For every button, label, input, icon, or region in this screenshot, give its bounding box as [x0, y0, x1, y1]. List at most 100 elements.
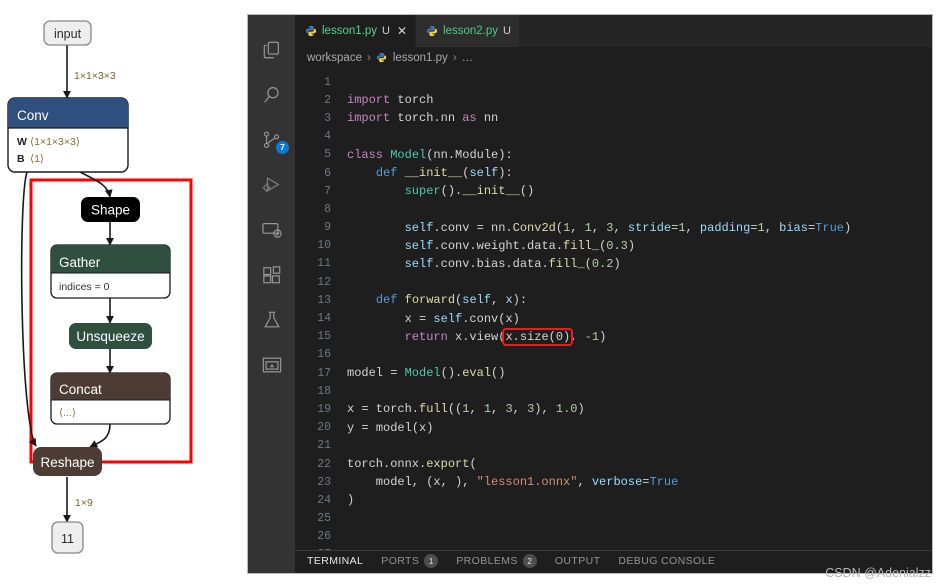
activity-item-testing[interactable]	[248, 297, 295, 342]
line-number: 26	[317, 530, 331, 544]
code-token: ,	[570, 329, 585, 344]
activity-item-extensions[interactable]	[248, 252, 295, 297]
code-token: ,	[577, 475, 592, 490]
code-token: Model	[404, 366, 441, 381]
panel-tab-label: TERMINAL	[307, 555, 364, 567]
breadcrumb-root[interactable]: workspace	[307, 52, 362, 64]
graph-node-conv[interactable]: Conv W ⟨1×1×3×3⟩ B ⟨1⟩	[7, 97, 129, 173]
code-token: stride	[627, 220, 672, 235]
activity-item-preview-panel[interactable]	[248, 342, 295, 387]
code-token: import	[347, 111, 391, 126]
extensions-icon	[262, 265, 282, 285]
panel-tab-label: OUTPUT	[554, 555, 601, 567]
code-token: Conv2d	[512, 220, 556, 235]
graph-node-conv-title: Conv	[17, 108, 49, 123]
line-number: 22	[317, 457, 331, 471]
activity-item-explorer[interactable]	[248, 27, 295, 72]
code-line: 12	[295, 273, 932, 291]
code-text: return x.view(x.size(0), -1)	[347, 327, 606, 346]
line-number: 5	[324, 148, 331, 162]
code-token: ()	[519, 184, 535, 199]
graph-node-conv-attr-b-key: B	[17, 153, 25, 165]
line-number: 4	[324, 130, 331, 144]
graph-node-conv-attr-b-val: ⟨1⟩	[30, 153, 44, 165]
panel-tab-debug-console[interactable]: DEBUG CONSOLE	[618, 555, 715, 569]
code-text: def __init__(self):	[347, 166, 513, 180]
line-number: 14	[317, 312, 331, 326]
code-token: .conv.bias.data.	[433, 256, 549, 271]
panel-tab-ports[interactable]: PORTS 1	[381, 554, 439, 570]
code-text: )	[347, 493, 354, 507]
code-token: )	[613, 256, 621, 271]
code-token: 1	[483, 402, 492, 417]
tab-lesson1-py[interactable]: lesson1.py U ✕	[295, 15, 416, 47]
graph-node-gather[interactable]: Gather indices = 0	[50, 244, 171, 299]
explorer-icon	[262, 40, 282, 60]
code-token: 1	[757, 220, 765, 235]
graph-node-shape-label: Shape	[91, 203, 130, 218]
code-line: 24)	[295, 491, 932, 509]
graph-node-reshape[interactable]: Reshape	[33, 447, 102, 476]
panel-tab-problems[interactable]: PROBLEMS 2	[456, 554, 537, 570]
graph-node-concat-title: Concat	[59, 382, 102, 397]
code-text: import torch.nn as nn	[347, 111, 498, 125]
code-token: __init__	[404, 166, 463, 181]
panel-tab-output[interactable]: OUTPUT	[555, 555, 601, 569]
code-token: x =	[347, 311, 434, 326]
testing-flask-icon	[262, 310, 282, 330]
search-icon	[262, 85, 282, 105]
activity-item-source-control[interactable]: 7	[248, 117, 295, 162]
panel-tab-badge: 2	[522, 554, 537, 568]
edge-conv-to-reshape	[20, 171, 37, 447]
code-text: self.conv.weight.data.fill_(0.3)	[347, 239, 635, 253]
graph-node-concat[interactable]: Concat ⟨...⟩	[50, 372, 171, 425]
code-token: forward	[404, 293, 456, 308]
code-token: super	[404, 184, 441, 199]
code-text: x = torch.full((1, 1, 3, 3), 1.0)	[347, 402, 585, 416]
onnx-graph-panel: input 1×1×3×3 Conv W ⟨1×1×3×3⟩ B ⟨1⟩ Sha…	[0, 0, 247, 588]
code-token: full	[419, 402, 448, 417]
code-line: 9 self.conv = nn.Conv2d(1, 1, 3, stride=…	[295, 219, 932, 237]
code-line: 14 x = self.conv(x)	[295, 309, 932, 327]
code-text: torch.onnx.export(	[347, 457, 477, 471]
code-token: export	[426, 457, 470, 472]
line-number: 9	[324, 221, 331, 235]
code-token: y =	[347, 420, 376, 435]
code-line: 5 class Model(nn.Module):	[295, 146, 932, 164]
code-token: nn	[476, 111, 499, 126]
code-token: =	[750, 220, 758, 235]
activity-item-search[interactable]	[248, 72, 295, 117]
graph-node-output[interactable]: 11	[51, 521, 84, 554]
code-text: super().__init__()	[347, 184, 535, 199]
code-token: import	[347, 93, 391, 108]
panel-tab-terminal[interactable]: TERMINAL	[307, 555, 363, 569]
highlighted-code-token: x.size(0)	[502, 327, 574, 346]
code-text: self.conv = nn.Conv2d(1, 1, 3, stride=1,…	[347, 220, 852, 235]
graph-node-shape[interactable]: Shape	[81, 197, 140, 222]
line-number: 6	[324, 166, 331, 180]
line-number: 7	[324, 184, 331, 198]
activity-item-run-and-debug[interactable]	[248, 162, 295, 207]
graph-node-input[interactable]: input	[43, 20, 92, 46]
code-token: -1	[584, 329, 600, 344]
graph-node-unsqueeze[interactable]: Unsqueeze	[69, 323, 152, 349]
code-token: fill_	[548, 256, 585, 271]
code-line: 6 def __init__(self):	[295, 164, 932, 182]
tab-lesson2-py[interactable]: lesson2.py U	[416, 15, 520, 47]
code-token: ,	[512, 402, 528, 417]
code-token: def	[375, 293, 398, 308]
code-line: 26	[295, 528, 932, 546]
code-text: import torch	[347, 93, 433, 107]
breadcrumb-more[interactable]: …	[462, 52, 474, 64]
line-number: 16	[317, 348, 331, 362]
code-editor[interactable]: 1 2 import torch 3 import torch.nn as nn 4 5 cl…	[295, 69, 932, 550]
code-token: ),	[534, 402, 556, 417]
close-icon[interactable]: ✕	[397, 25, 407, 37]
code-token: fill_	[563, 238, 600, 253]
breadcrumb-file[interactable]: lesson1.py	[393, 52, 448, 64]
line-number: 23	[317, 475, 331, 489]
activity-item-remote-explorer[interactable]	[248, 207, 295, 252]
